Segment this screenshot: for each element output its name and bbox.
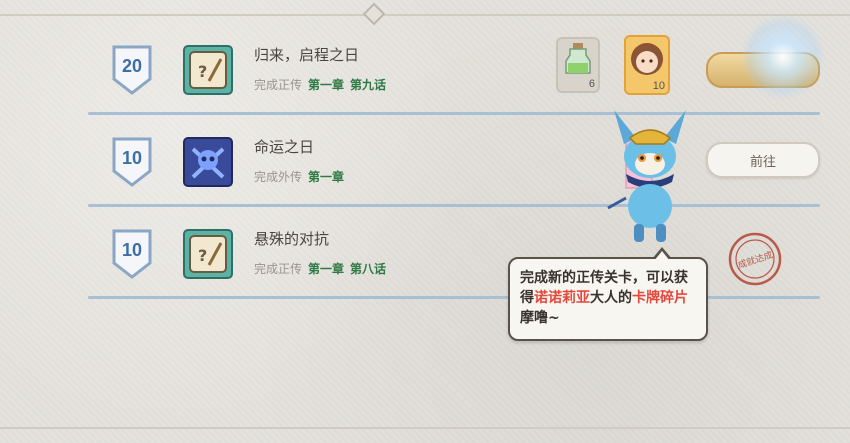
quest-title: 悬殊的对抗	[254, 230, 330, 248]
reward-count: 10	[652, 80, 665, 92]
points-badge: 10	[110, 135, 154, 187]
quest-row-3: 10 ? 悬殊的对抗 完成正传 第一章 第八话	[88, 207, 820, 299]
bubble-highlight-character: 诺诺莉亚	[534, 290, 590, 306]
claim-glow-effect	[740, 14, 826, 100]
bottom-edge	[0, 427, 850, 443]
quest-chapter: 第一章	[308, 170, 345, 184]
quest-chapter: 第一章	[308, 262, 345, 276]
ornament-gem	[362, 2, 386, 26]
quest-requirement: 完成正传 第一章 第九话	[254, 76, 392, 93]
bubble-highlight-item: 卡牌碎片	[632, 290, 688, 306]
quest-status: 完成正传	[254, 78, 303, 92]
row-divider	[88, 296, 820, 299]
reward-potion[interactable]: 6	[556, 37, 600, 93]
skull-crossbones-icon	[183, 137, 233, 187]
stamp-text: 成就达成	[736, 249, 774, 272]
character-portrait-icon	[631, 43, 663, 75]
reward-count: 6	[588, 78, 595, 90]
bubble-text-part3: 摩噜~	[520, 310, 560, 326]
points-value: 20	[121, 56, 143, 76]
quest-title: 归来，启程之日	[254, 46, 360, 64]
quest-episode: 第八话	[350, 262, 387, 276]
svg-text:?: ?	[198, 62, 207, 81]
points-value: 10	[121, 240, 143, 260]
svg-text:?: ?	[198, 246, 207, 265]
reward-portrait-card[interactable]: 10	[624, 35, 670, 95]
bubble-text-part2: 大人的	[590, 290, 632, 306]
quest-requirement: 完成正传 第一章 第八话	[254, 260, 392, 277]
mascot-speech-bubble: 完成新的正传关卡，可以获得诺诺莉亚大人的卡牌碎片摩噜~	[508, 247, 708, 341]
potion-icon	[565, 43, 591, 74]
quest-chapter: 第一章	[308, 78, 345, 92]
goto-button[interactable]: 前往	[706, 142, 820, 178]
points-badge: 10	[110, 227, 154, 279]
quest-title: 命运之日	[254, 138, 315, 156]
top-ornament	[0, 0, 850, 26]
quest-status: 完成外传	[254, 170, 303, 184]
quest-status: 完成正传	[254, 262, 303, 276]
quest-requirement: 完成外传 第一章	[254, 168, 350, 185]
points-value: 10	[121, 148, 143, 168]
dice-sword-icon: ?	[183, 229, 233, 279]
bubble-text: 完成新的正传关卡，可以获得诺诺莉亚大人的卡牌碎片摩噜~	[520, 268, 700, 328]
achievement-stamp: 成就达成	[727, 231, 783, 287]
dice-sword-icon: ?	[183, 45, 233, 95]
points-badge: 20	[110, 43, 154, 95]
quest-episode: 第九话	[350, 78, 387, 92]
mascot-character	[600, 108, 700, 248]
bubble-tail-inner	[654, 251, 670, 261]
